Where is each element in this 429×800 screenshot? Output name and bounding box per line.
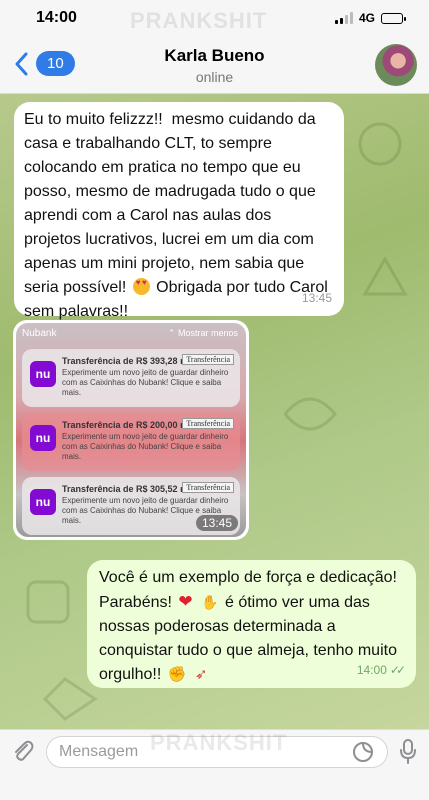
- outgoing-message[interactable]: Você é um exemplo de força e dedicação! …: [87, 560, 416, 688]
- read-receipt-icon: ✓✓: [389, 663, 406, 677]
- doodle-icon: [362, 255, 408, 296]
- photo-header: Nubank ⌃ Mostrar menos: [22, 328, 240, 342]
- message-time: 13:45: [301, 291, 332, 305]
- nubank-logo-icon: nu: [30, 489, 56, 515]
- paperclip-icon[interactable]: [10, 738, 36, 764]
- notification-card: nu Transferência de R$ 393,28 r... Trans…: [22, 349, 240, 407]
- message-text-part: Obrigada por tudo: [151, 279, 290, 296]
- notification-title: Transferência de R$ 200,00 r...: [62, 420, 191, 430]
- notification-body: Experimente um novo jeito de guardar din…: [62, 432, 229, 461]
- microphone-icon[interactable]: [398, 738, 418, 766]
- chat-header: 10 Karla Bueno online: [0, 36, 429, 94]
- doodle-icon: [358, 122, 402, 166]
- flexed-biceps-emoji-icon: ✊: [167, 666, 187, 683]
- message-time: 14:00 ✓✓: [356, 658, 406, 682]
- notification-title: Transferência de R$ 393,28 r...: [62, 356, 191, 366]
- notification-tag: Transferência: [182, 354, 234, 365]
- message-time: 13:45: [195, 515, 238, 531]
- status-time: 14:00: [36, 9, 77, 26]
- doodle-icon: [26, 580, 70, 624]
- photo-app-name: Nubank: [22, 328, 57, 339]
- doodle-icon: [283, 397, 337, 431]
- sticker-icon[interactable]: [352, 741, 374, 763]
- notification-tag: Transferência: [182, 418, 234, 429]
- message-time-text: 14:00: [356, 663, 387, 677]
- chat-area[interactable]: Eu to muito felizzz!! mesmo cuidando da …: [0, 94, 429, 729]
- battery-icon: [381, 12, 406, 24]
- notification-tag: Transferência: [182, 482, 234, 493]
- network-type: 4G: [358, 11, 375, 25]
- photo[interactable]: Nubank ⌃ Mostrar menos nu Transferência …: [16, 323, 246, 537]
- mention-name: Carol: [129, 207, 169, 224]
- photo-show-less: ⌃ Mostrar menos: [167, 328, 238, 338]
- status-bar: 14:00 4G: [0, 0, 429, 36]
- input-bar: PRANKSHIT: [0, 729, 429, 800]
- avatar[interactable]: [375, 44, 417, 86]
- nubank-logo-icon: nu: [30, 425, 56, 451]
- contact-info[interactable]: Karla Bueno online: [0, 46, 429, 85]
- heart-eyes-emoji-icon: [132, 278, 150, 295]
- message-input[interactable]: [46, 736, 388, 768]
- notification-body: Experimente um novo jeito de guardar din…: [62, 368, 229, 397]
- status-indicators: 4G: [334, 11, 406, 25]
- message-text: Eu to muito felizzz!! mesmo cuidando da …: [24, 108, 330, 324]
- contact-status: online: [195, 69, 234, 85]
- heart-emoji-icon: ❤: [178, 592, 193, 611]
- incoming-message[interactable]: Eu to muito felizzz!! mesmo cuidando da …: [14, 102, 344, 320]
- photo-show-less-label: Mostrar menos: [177, 328, 238, 338]
- incoming-photo-message[interactable]: Nubank ⌃ Mostrar menos nu Transferência …: [13, 320, 249, 540]
- notification-card: nu Transferência de R$ 200,00 r... Trans…: [22, 413, 240, 471]
- raised-hands-emoji-icon: ✋: [201, 594, 219, 610]
- nubank-logo-icon: nu: [30, 361, 56, 387]
- notification-title: Transferência de R$ 305,52 re...: [62, 484, 197, 494]
- contact-name: Karla Bueno: [164, 46, 265, 65]
- rocket-emoji-icon: ➶: [194, 666, 208, 683]
- signal-icon: [334, 12, 353, 24]
